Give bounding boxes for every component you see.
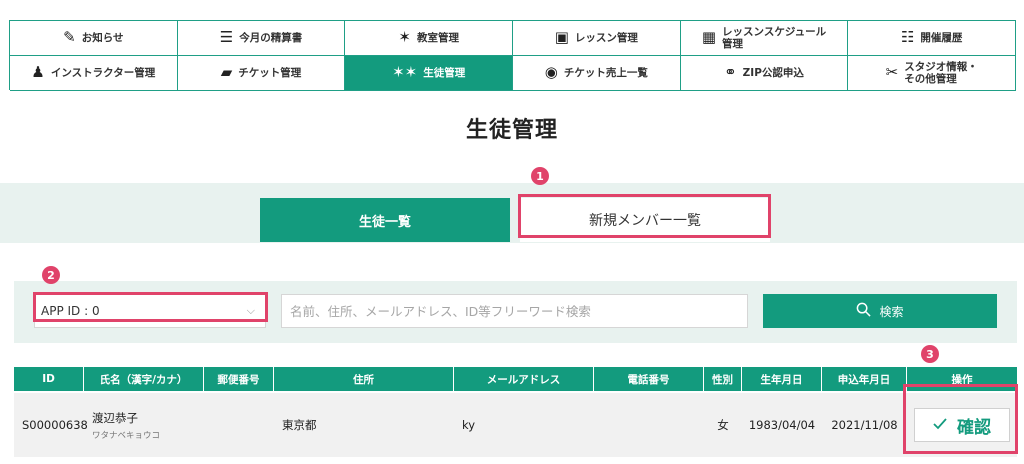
nav-item-news[interactable]: ✎ お知らせ — [10, 21, 178, 56]
nav-label: 今月の精算書 — [239, 31, 303, 44]
nav-item-studio[interactable]: ✂ スタジオ情報・ その他管理 — [848, 56, 1016, 91]
nav-item-statement[interactable]: ☰ 今月の精算書 — [177, 21, 346, 56]
table-header: ID 氏名（漢字/カナ） 郵便番号 住所 メールアドレス 電話番号 性別 生年月… — [14, 367, 1017, 391]
edit-note-icon: ✎ — [63, 28, 76, 47]
nav-label: チケット売上一覧 — [563, 66, 648, 79]
search-button[interactable]: 検索 — [763, 294, 997, 328]
header-name[interactable]: 氏名（漢字/カナ） — [84, 367, 204, 391]
nav-label: レッスン管理 — [574, 31, 638, 44]
nav-item-lesson[interactable]: ▣ レッスン管理 — [513, 21, 681, 56]
header-gender[interactable]: 性別 — [704, 367, 742, 391]
nav-label: チケット管理 — [238, 66, 302, 79]
nav-label: ZIP公認申込 — [742, 66, 804, 79]
search-icon — [856, 302, 872, 320]
nav-label: インストラクター管理 — [50, 66, 156, 79]
nav-item-ticket-sales[interactable]: ◉ チケット売上一覧 — [513, 56, 681, 91]
cell-postal — [204, 393, 274, 457]
cell-gender: 女 — [717, 418, 729, 432]
cell-birth: 1983/04/04 — [748, 418, 816, 432]
nav-label: お知らせ — [81, 31, 124, 44]
header-applied[interactable]: 申込年月日 — [822, 367, 907, 391]
nav-item-schedule[interactable]: ▦ レッスンスケジュール 管理 — [680, 21, 849, 56]
header-address[interactable]: 住所 — [274, 367, 454, 391]
ticket-icon: ▰ — [220, 63, 233, 82]
nav-label: スタジオ情報・ その他管理 — [904, 60, 978, 85]
nav-label: 教室管理 — [416, 31, 459, 44]
annotation-badge-2: 2 — [42, 266, 60, 284]
instructor-icon: ♟ — [31, 63, 45, 82]
ticket-sales-icon: ◉ — [544, 63, 558, 82]
header-phone[interactable]: 電話番号 — [594, 367, 704, 391]
tab-band — [0, 183, 1024, 243]
cell-id: S00000638 — [22, 418, 88, 432]
header-id[interactable]: ID — [14, 367, 84, 391]
handshake-icon: ⚭ — [724, 63, 737, 82]
document-icon: ☰ — [219, 28, 234, 47]
main-nav: ✎ お知らせ ☰ 今月の精算書 ✶ 教室管理 ▣ レッスン管理 ▦ レッスンスケジュール … — [9, 20, 1016, 91]
checklist-icon: ☷ — [900, 28, 915, 47]
students-icon: ✶✶ — [392, 63, 418, 82]
cell-address: 東京都 — [282, 418, 317, 432]
annotation-badge-1: 1 — [531, 167, 549, 185]
header-postal[interactable]: 郵便番号 — [204, 367, 274, 391]
name-kana: ワタナベキョウコ — [92, 430, 161, 441]
calendar-icon: ▦ — [701, 28, 717, 47]
cell-name: 渡辺恭子 ワタナベキョウコ — [84, 393, 204, 457]
lesson-board-icon: ▣ — [554, 28, 569, 47]
nav-label: レッスンスケジュール 管理 — [722, 25, 827, 50]
cell-phone — [594, 393, 704, 457]
name-kanji: 渡辺恭子 — [92, 410, 138, 425]
table-row: S00000638 渡辺恭子 ワタナベキョウコ 東京都 ky 女 1983/04… — [14, 393, 1017, 457]
tab-students[interactable]: 生徒一覧 — [260, 198, 510, 242]
header-email[interactable]: メールアドレス — [454, 367, 594, 391]
nav-item-ticket[interactable]: ▰ チケット管理 — [177, 56, 346, 91]
highlight-confirm — [903, 384, 1018, 454]
cell-email: ky — [462, 418, 476, 432]
page-title: 生徒管理 — [465, 118, 558, 143]
nav-item-students[interactable]: ✶✶ 生徒管理 — [345, 56, 513, 91]
nav-label: 開催履歴 — [920, 31, 963, 44]
person-jump-icon: ✶ — [398, 28, 411, 47]
header-birth[interactable]: 生年月日 — [742, 367, 822, 391]
nav-item-history[interactable]: ☷ 開催履歴 — [848, 21, 1016, 56]
nav-item-classroom[interactable]: ✶ 教室管理 — [345, 21, 513, 56]
nav-item-zip[interactable]: ⚭ ZIP公認申込 — [680, 56, 849, 91]
highlight-app-id — [33, 292, 268, 322]
nav-label: 生徒管理 — [423, 66, 466, 79]
annotation-badge-3: 3 — [921, 345, 939, 363]
students-table: ID 氏名（漢字/カナ） 郵便番号 住所 メールアドレス 電話番号 性別 生年月… — [14, 367, 1017, 457]
search-button-label: 検索 — [879, 304, 904, 319]
search-input[interactable] — [281, 294, 748, 328]
highlight-new-members — [518, 194, 771, 238]
cell-applied: 2021/11/08 — [831, 418, 898, 432]
nav-item-instructor[interactable]: ♟ インストラクター管理 — [10, 56, 178, 91]
tools-icon: ✂ — [885, 63, 899, 82]
